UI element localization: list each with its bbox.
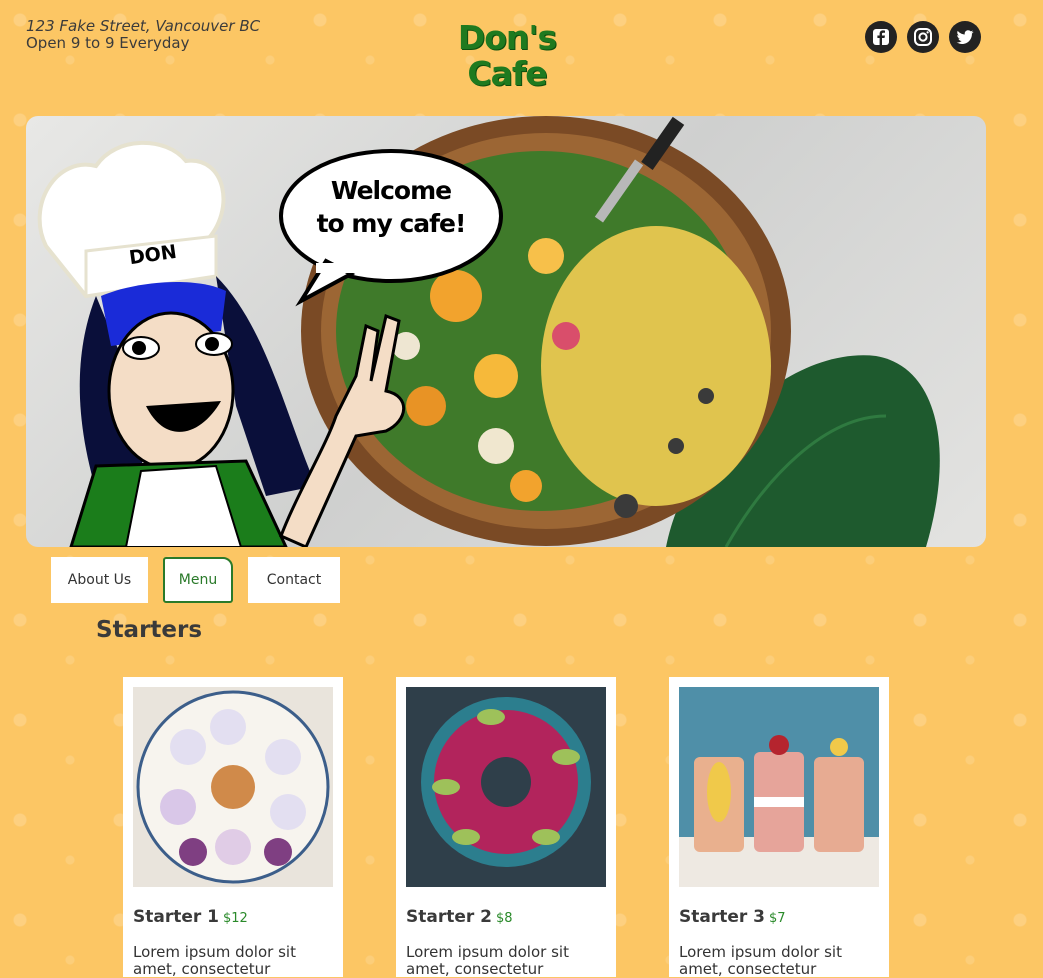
hero-illustration (37, 116, 940, 547)
card-price: $12 (223, 911, 248, 926)
card-title-text: Starter 2 (406, 907, 493, 927)
card-description: Lorem ipsum dolor sit amet, consectetur (679, 943, 842, 978)
instagram-link[interactable] (907, 21, 939, 53)
nav-contact[interactable]: Contact (248, 557, 340, 603)
social-links (865, 21, 981, 53)
card-title: Starter 3 $7 (679, 907, 786, 927)
card-price: $8 (496, 911, 513, 926)
twitter-icon (956, 30, 974, 44)
card-description: Lorem ipsum dolor sit amet, consectetur (133, 943, 296, 978)
card-title: Starter 1 $12 (133, 907, 248, 927)
facebook-link[interactable] (865, 21, 897, 53)
logo-line2: Cafe (467, 54, 547, 93)
menu-card[interactable]: Starter 1 $12 Lorem ipsum dolor sit amet,… (123, 677, 343, 978)
nav-about-us[interactable]: About Us (51, 557, 148, 603)
header-info: 123 Fake Street, Vancouver BC Open 9 to … (26, 18, 260, 52)
main-nav: About Us Menu Contact (51, 557, 340, 603)
starter-2-image (406, 687, 606, 887)
menu-card[interactable]: Starter 3 $7 Lorem ipsum dolor sit amet, … (669, 677, 889, 978)
section-title: Starters (96, 617, 203, 643)
card-title-text: Starter 1 (133, 907, 220, 927)
cafe-logo[interactable]: Don's Cafe (452, 20, 562, 92)
card-description: Lorem ipsum dolor sit amet, consectetur (406, 943, 569, 978)
twitter-link[interactable] (949, 21, 981, 53)
card-price: $7 (769, 911, 786, 926)
nav-menu[interactable]: Menu (163, 557, 233, 603)
card-title-text: Starter 3 (679, 907, 766, 927)
hero-banner: Welcome to my cafe! DON (26, 116, 986, 547)
logo-line1: Don's (457, 18, 557, 57)
starter-1-image (133, 687, 333, 887)
starter-3-image (679, 687, 879, 887)
card-title: Starter 2 $8 (406, 907, 513, 927)
hours-text: Open 9 to 9 Everyday (26, 34, 190, 52)
speech-text: Welcome to my cafe! (316, 176, 467, 238)
address-text: 123 Fake Street, Vancouver BC (26, 17, 261, 35)
instagram-icon (914, 28, 932, 46)
menu-card[interactable]: Starter 2 $8 Lorem ipsum dolor sit amet, … (396, 677, 616, 978)
facebook-icon (873, 29, 889, 45)
